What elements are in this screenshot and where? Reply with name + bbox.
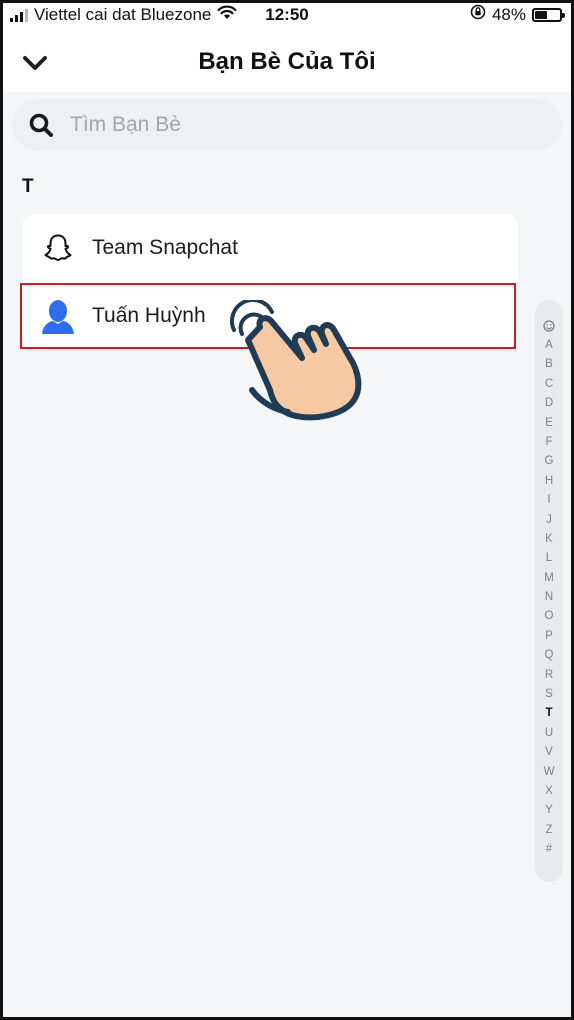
alphabet-letter[interactable]: X xyxy=(535,785,563,804)
battery-icon xyxy=(532,7,565,22)
alphabet-letter[interactable]: S xyxy=(535,688,563,707)
alphabet-letter[interactable]: O xyxy=(535,610,563,629)
alphabet-letter[interactable]: Y xyxy=(535,804,563,823)
orientation-lock-icon xyxy=(470,4,486,25)
status-right: 48% xyxy=(470,4,565,25)
alphabet-letter[interactable]: G xyxy=(535,455,563,474)
alphabet-letter[interactable]: F xyxy=(535,436,563,455)
search-bar[interactable] xyxy=(12,99,562,151)
search-input[interactable] xyxy=(68,112,512,138)
alphabet-letter[interactable]: J xyxy=(535,514,563,533)
battery-percent: 48% xyxy=(491,4,526,24)
alphabet-letter[interactable]: P xyxy=(535,630,563,649)
tap-hand-icon xyxy=(230,300,362,421)
friend-name: Tuấn Huỳnh xyxy=(92,304,206,327)
alphabet-letter[interactable]: K xyxy=(535,533,563,552)
smiley-icon[interactable] xyxy=(535,320,563,332)
alphabet-letter[interactable]: Z xyxy=(535,824,563,843)
alphabet-letter[interactable]: B xyxy=(535,358,563,377)
avatar-icon xyxy=(40,298,76,334)
header: Bạn Bè Của Tôi xyxy=(0,40,574,84)
alphabet-letter[interactable]: M xyxy=(535,572,563,591)
alphabet-letter[interactable]: D xyxy=(535,397,563,416)
alphabet-letter[interactable]: R xyxy=(535,669,563,688)
alphabet-letter[interactable]: E xyxy=(535,417,563,436)
alphabet-letter[interactable]: I xyxy=(535,494,563,513)
alphabet-letter[interactable]: U xyxy=(535,727,563,746)
alphabet-letters: A B C D E F G H I J K L M N O P Q R S T U V W X Y Z # xyxy=(535,339,563,863)
alphabet-letter[interactable]: T xyxy=(535,707,563,726)
status-bar: Viettel cai dat Bluezone 12:50 48% xyxy=(0,0,574,30)
page-title: Bạn Bè Của Tôi xyxy=(198,48,376,75)
alphabet-index[interactable]: A B C D E F G H I J K L M N O P Q R S T U V W X Y Z # xyxy=(535,300,563,882)
friend-name: Team Snapchat xyxy=(92,236,238,259)
alphabet-letter[interactable]: W xyxy=(535,766,563,785)
alphabet-letter[interactable]: A xyxy=(535,339,563,358)
snapchat-ghost-icon xyxy=(40,230,76,266)
alphabet-letter[interactable]: H xyxy=(535,475,563,494)
alphabet-letter[interactable]: V xyxy=(535,746,563,765)
alphabet-letter[interactable]: Q xyxy=(535,649,563,668)
alphabet-letter[interactable]: # xyxy=(535,843,563,862)
screen-frame xyxy=(0,0,574,1020)
alphabet-letter[interactable]: N xyxy=(535,591,563,610)
friend-row-team-snapchat[interactable]: Team Snapchat xyxy=(22,214,518,282)
search-icon xyxy=(29,113,53,137)
section-letter: T xyxy=(22,176,34,197)
alphabet-letter[interactable]: L xyxy=(535,552,563,571)
alphabet-letter[interactable]: C xyxy=(535,378,563,397)
